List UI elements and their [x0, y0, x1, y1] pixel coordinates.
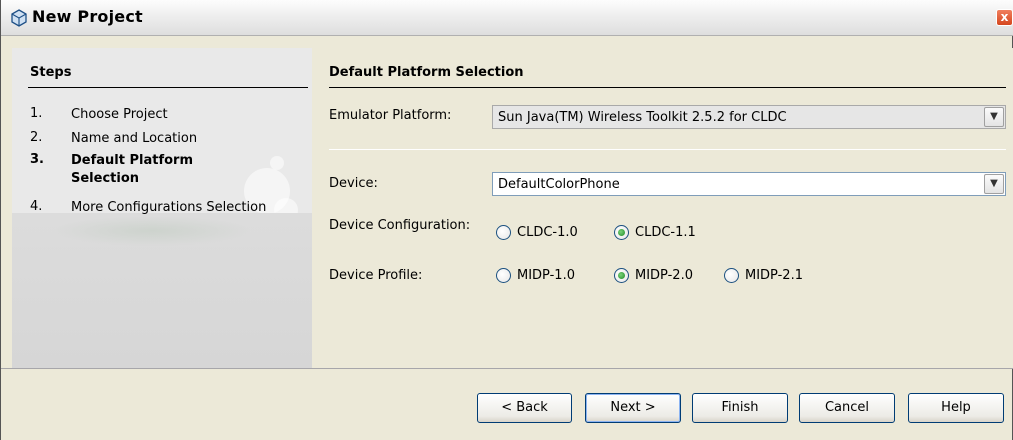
emulator-platform-value: Sun Java(TM) Wireless Toolkit 2.5.2 for …	[498, 110, 787, 125]
device-select[interactable]: DefaultColorPhone ▼	[492, 172, 1006, 196]
divider	[1, 368, 1013, 369]
device-profile-label: Device Profile:	[329, 268, 423, 283]
step-number: 1.	[30, 106, 43, 121]
radio-label: CLDC-1.0	[517, 225, 578, 240]
title-bar[interactable]: New Project x	[1, 0, 1013, 36]
steps-heading: Steps	[30, 65, 72, 80]
radio-button-selected[interactable]	[614, 225, 629, 240]
step-label: More Configurations Selection	[71, 200, 267, 215]
new-project-dialog: New Project x Steps 1. Choose Project 2.…	[0, 0, 1013, 440]
radio-button-selected[interactable]	[614, 268, 629, 283]
radio-label: MIDP-2.1	[745, 268, 803, 283]
radio-label: CLDC-1.1	[635, 225, 696, 240]
chevron-down-icon[interactable]: ▼	[984, 174, 1004, 194]
radio-label: MIDP-1.0	[517, 268, 575, 283]
radio-cldc-1-0[interactable]: CLDC-1.0	[496, 225, 578, 240]
separator	[329, 149, 1006, 150]
divider	[28, 87, 308, 88]
step-number: 4.	[30, 199, 43, 214]
netbeans-project-icon	[11, 9, 27, 27]
device-value: DefaultColorPhone	[498, 177, 620, 192]
radio-midp-1-0[interactable]: MIDP-1.0	[496, 268, 575, 283]
radio-cldc-1-1[interactable]: CLDC-1.1	[614, 225, 696, 240]
content-panel: Default Platform Selection Emulator Plat…	[312, 48, 1013, 368]
radio-midp-2-1[interactable]: MIDP-2.1	[724, 268, 803, 283]
finish-button[interactable]: Finish	[692, 393, 788, 423]
radio-midp-2-0[interactable]: MIDP-2.0	[614, 268, 693, 283]
step-label: Default Platform Selection	[71, 153, 194, 186]
step-label: Choose Project	[71, 107, 168, 122]
radio-button[interactable]	[496, 225, 511, 240]
device-configuration-label: Device Configuration:	[329, 218, 471, 233]
radio-button[interactable]	[496, 268, 511, 283]
emulator-platform-select[interactable]: Sun Java(TM) Wireless Toolkit 2.5.2 for …	[492, 105, 1006, 129]
help-button[interactable]: Help	[908, 393, 1004, 423]
device-label: Device:	[329, 176, 378, 191]
window-title: New Project	[32, 7, 143, 26]
close-icon[interactable]: x	[996, 9, 1013, 26]
decorative-bubble	[270, 156, 284, 170]
next-button[interactable]: Next >	[585, 393, 681, 423]
radio-button[interactable]	[724, 268, 739, 283]
section-title: Default Platform Selection	[329, 65, 524, 80]
step-number: 3.	[30, 152, 44, 167]
steps-panel: Steps 1. Choose Project 2. Name and Loca…	[12, 48, 312, 368]
cancel-button[interactable]: Cancel	[799, 393, 895, 423]
background-graphic	[52, 216, 252, 246]
step-number: 2.	[30, 130, 43, 145]
emulator-platform-label: Emulator Platform:	[329, 108, 452, 123]
radio-label: MIDP-2.0	[635, 268, 693, 283]
chevron-down-icon[interactable]: ▼	[984, 107, 1004, 127]
back-button[interactable]: < Back	[477, 393, 572, 423]
step-label: Name and Location	[71, 131, 198, 146]
divider	[329, 87, 1006, 88]
